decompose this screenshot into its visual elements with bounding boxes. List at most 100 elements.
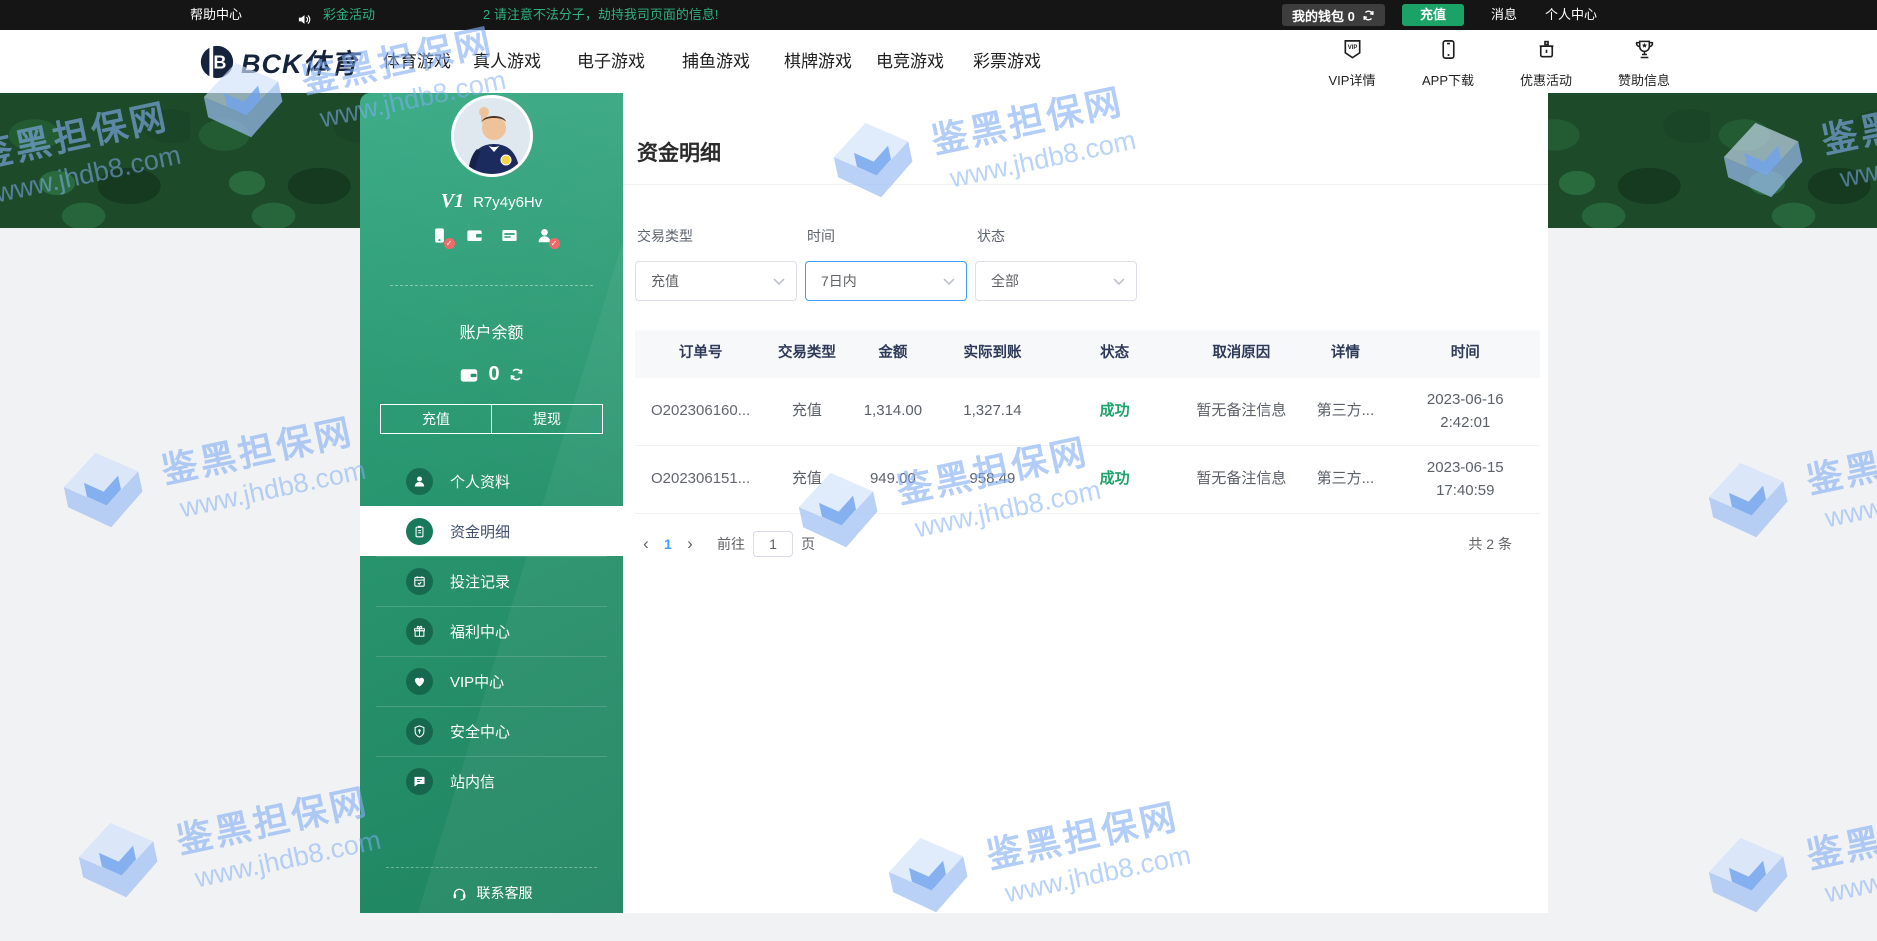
prev-page-button[interactable]: ‹ <box>635 534 657 554</box>
quick-link-1[interactable]: VIP VIP详情 <box>1314 38 1390 89</box>
customer-service-button[interactable]: 联系客服 <box>386 867 597 903</box>
bank-card-icon[interactable] <box>500 226 519 245</box>
sidebar-item-label: 资金明细 <box>450 521 510 542</box>
watermark-brand: 鉴黑担保网 <box>1801 411 1877 503</box>
cell-2-6: 暂无备注信息 <box>1183 468 1301 491</box>
watermark-text: 鉴黑担保网www.jhdb8.com <box>171 771 383 896</box>
nav-item-7[interactable]: 彩票游戏 <box>973 30 1041 93</box>
phone-small-icon[interactable]: ✓ <box>430 226 449 245</box>
column-header-6: 取消原因 <box>1183 343 1301 365</box>
nav-item-3[interactable]: 电子游戏 <box>577 30 645 93</box>
balance-value: 0 <box>488 363 499 386</box>
sidebar-item-label: 福利中心 <box>450 621 510 642</box>
nav-item-5[interactable]: 棋牌游戏 <box>784 30 852 93</box>
sidebar-item-3[interactable]: 投注记录 <box>360 556 623 606</box>
help-center-link[interactable]: 帮助中心 <box>190 0 242 30</box>
cell-1-4: 1,327.14 <box>938 400 1047 423</box>
nav-item-4[interactable]: 捕鱼游戏 <box>682 30 750 93</box>
watermark: 鉴黑担保网www.jhdb8.com <box>48 394 370 556</box>
watermark-url: www.jhdb8.com <box>192 824 383 894</box>
jackpot-activity-link[interactable]: 彩金活动 <box>323 0 375 30</box>
bet-record-icon <box>406 568 433 595</box>
balance-row: 0 <box>360 363 623 386</box>
cell-1-6: 暂无备注信息 <box>1183 400 1301 423</box>
watermark: 鉴黑担保网www.jhdb8.com <box>1693 404 1877 566</box>
quick-link-3[interactable]: 优惠活动 <box>1508 38 1584 89</box>
watermark-logo-icon <box>48 438 162 556</box>
cell-1-2: 充值 <box>766 400 847 423</box>
refresh-icon <box>1362 9 1375 22</box>
table-row: O202306160...充值1,314.001,327.14成功暂无备注信息第… <box>635 378 1540 446</box>
avatar[interactable] <box>451 95 533 177</box>
cell-1-7[interactable]: 第三方... <box>1300 400 1391 423</box>
quick-link-2[interactable]: APP下载 <box>1410 38 1486 89</box>
person-small-icon[interactable]: ✓ <box>535 226 554 245</box>
security-icon <box>406 718 433 745</box>
cell-2-5: 成功 <box>1047 468 1183 491</box>
account-sidebar: V1 R7y4y6Hv ✓ ✓ 账户余额 0 充值 提现 个人资料资金明细投注记录福… <box>360 93 623 913</box>
time-range-select[interactable]: 7日内 <box>805 261 967 301</box>
nav-item-2[interactable]: 真人游戏 <box>473 30 541 93</box>
balance-title: 账户余额 <box>360 319 623 343</box>
sidebar-item-5[interactable]: VIP中心 <box>360 656 623 706</box>
marquee-notice: 2 请注意不法分子，劫持我司页面的信息! <box>483 0 718 30</box>
sidebar-item-7[interactable]: 站内信 <box>360 756 623 806</box>
vip-level-badge: V1 <box>441 190 464 212</box>
wallet-small-icon[interactable] <box>465 226 484 245</box>
content-panel: 资金明细 交易类型 时间 状态 充值 7日内 全部 订单号交易类型金额实际到账状… <box>623 93 1548 913</box>
welfare-icon <box>406 618 433 645</box>
refresh-balance-icon[interactable] <box>509 367 524 382</box>
cell-2-7[interactable]: 第三方... <box>1300 468 1391 491</box>
next-page-button[interactable]: › <box>679 534 701 554</box>
topbar-recharge-button[interactable]: 充值 <box>1402 4 1464 26</box>
current-page-button[interactable]: 1 <box>657 536 679 552</box>
transaction-type-select[interactable]: 充值 <box>635 261 797 301</box>
watermark-logo-icon <box>1693 823 1807 941</box>
headset-icon <box>451 885 468 902</box>
user-icon <box>406 468 433 495</box>
quick-link-4[interactable]: 赞助信息 <box>1606 38 1682 89</box>
profile-center-link[interactable]: 个人中心 <box>1545 0 1597 30</box>
watermark-brand: 鉴黑担保网 <box>156 401 362 493</box>
user-identity: V1 R7y4y6Hv <box>360 190 623 213</box>
cell-1-3: 1,314.00 <box>848 400 939 423</box>
column-header-3: 金额 <box>848 343 939 365</box>
cell-2-3: 949.00 <box>848 468 939 491</box>
quick-link-label: APP下载 <box>1422 70 1474 89</box>
sidebar-withdraw-button[interactable]: 提现 <box>491 404 603 434</box>
sidebar-item-label: 个人资料 <box>450 471 510 492</box>
trophy-icon <box>1633 38 1656 66</box>
column-header-5: 状态 <box>1047 343 1183 365</box>
vip-badge-icon: VIP <box>1341 38 1364 66</box>
quick-link-label: 优惠活动 <box>1520 70 1572 89</box>
goto-page-input[interactable] <box>753 531 793 557</box>
messages-link[interactable]: 消息 <box>1491 0 1517 30</box>
nav-item-6[interactable]: 电竞游戏 <box>876 30 944 93</box>
sidebar-item-2[interactable]: 资金明细 <box>360 506 623 556</box>
status-select[interactable]: 全部 <box>975 261 1137 301</box>
nav-item-1[interactable]: 体育游戏 <box>383 30 451 93</box>
speaker-icon <box>297 8 312 23</box>
site-logo[interactable]: B BCK体育 <box>198 42 359 81</box>
column-header-2: 交易类型 <box>766 343 847 365</box>
table-row: O202306151...充值949.00958.49成功暂无备注信息第三方..… <box>635 446 1540 514</box>
watermark: 鉴黑担保网www.jhdb8.com <box>63 764 385 926</box>
watermark-text: 鉴黑担保网www.jhdb8.com <box>1801 411 1877 536</box>
sidebar-item-4[interactable]: 福利中心 <box>360 606 623 656</box>
watermark-url: www.jhdb8.com <box>1822 839 1877 909</box>
column-header-8: 时间 <box>1391 343 1540 365</box>
sidebar-item-1[interactable]: 个人资料 <box>360 456 623 506</box>
my-wallet-button[interactable]: 我的钱包 0 <box>1282 4 1385 26</box>
sidebar-recharge-button[interactable]: 充值 <box>380 404 492 434</box>
transaction-type-value: 充值 <box>651 273 679 289</box>
sidebar-item-6[interactable]: 安全中心 <box>360 706 623 756</box>
quick-link-label: VIP详情 <box>1329 70 1376 89</box>
total-count-label: 共 2 条 <box>1468 534 1512 554</box>
chevron-down-icon <box>1113 278 1125 286</box>
cell-1-8: 2023-06-16 2:42:01 <box>1391 389 1540 434</box>
svg-text:VIP: VIP <box>1347 45 1357 51</box>
username: R7y4y6Hv <box>473 194 542 211</box>
cell-2-8: 2023-06-15 17:40:59 <box>1391 457 1540 502</box>
logo-text: BCK体育 <box>241 42 359 81</box>
logo-icon: B <box>198 43 236 81</box>
